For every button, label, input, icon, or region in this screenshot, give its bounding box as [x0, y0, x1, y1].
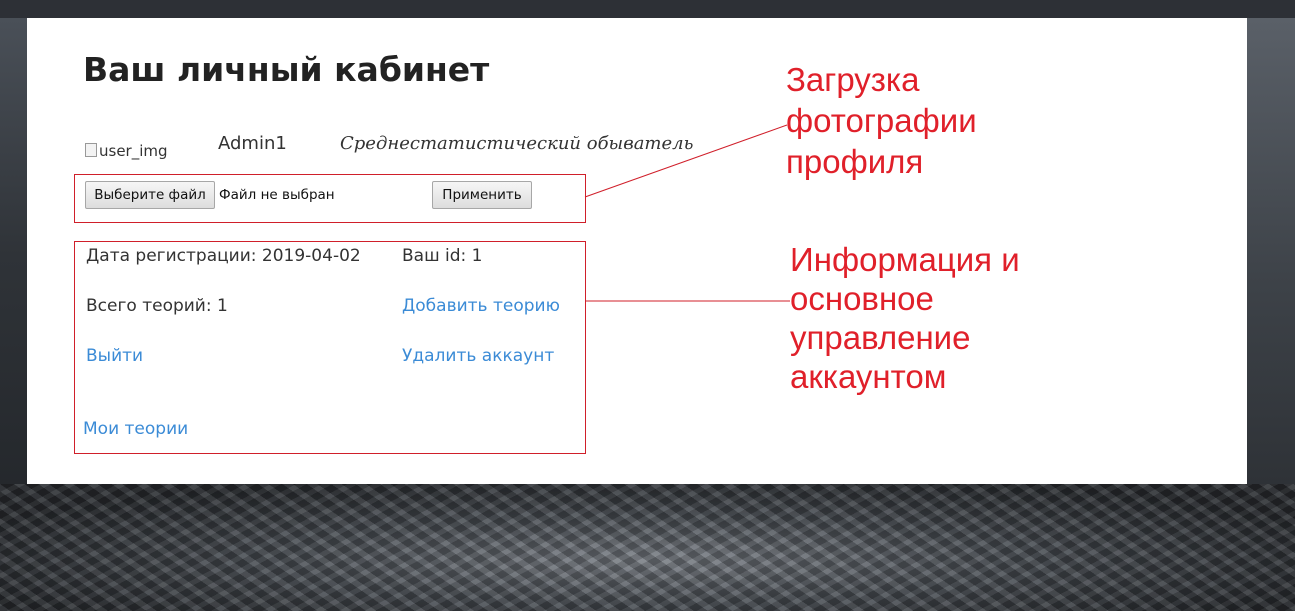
file-status-text: Файл не выбран [219, 187, 335, 203]
info-annotation: Информация и основное управление аккаунт… [790, 241, 1020, 395]
page-title: Ваш личный кабинет [83, 50, 490, 89]
logout-link[interactable]: Выйти [86, 346, 143, 366]
username: Admin1 [218, 133, 287, 154]
avatar-upload-form: Выберите файл Файл не выбран Применить [74, 174, 586, 223]
choose-file-button[interactable]: Выберите файл [85, 181, 215, 209]
registration-date: Дата регистрации: 2019-04-02 [86, 246, 361, 266]
user-avatar-broken-image: user_img [85, 142, 168, 160]
apply-button[interactable]: Применить [432, 181, 532, 209]
theories-count: Всего теорий: 1 [86, 296, 228, 316]
add-theory-link[interactable]: Добавить теорию [402, 296, 560, 316]
user-id: Ваш id: 1 [402, 246, 483, 266]
my-theories-link[interactable]: Мои теории [83, 419, 188, 439]
user-status: Среднестатистический обыватель [340, 133, 694, 154]
delete-account-link[interactable]: Удалить аккаунт [402, 346, 554, 366]
background-image-throne [0, 484, 1295, 611]
browser-top-strip [0, 0, 1295, 18]
account-info-panel: Дата регистрации: 2019-04-02 Ваш id: 1 В… [74, 241, 586, 454]
upload-annotation: Загрузка фотографии профиля [786, 61, 977, 180]
